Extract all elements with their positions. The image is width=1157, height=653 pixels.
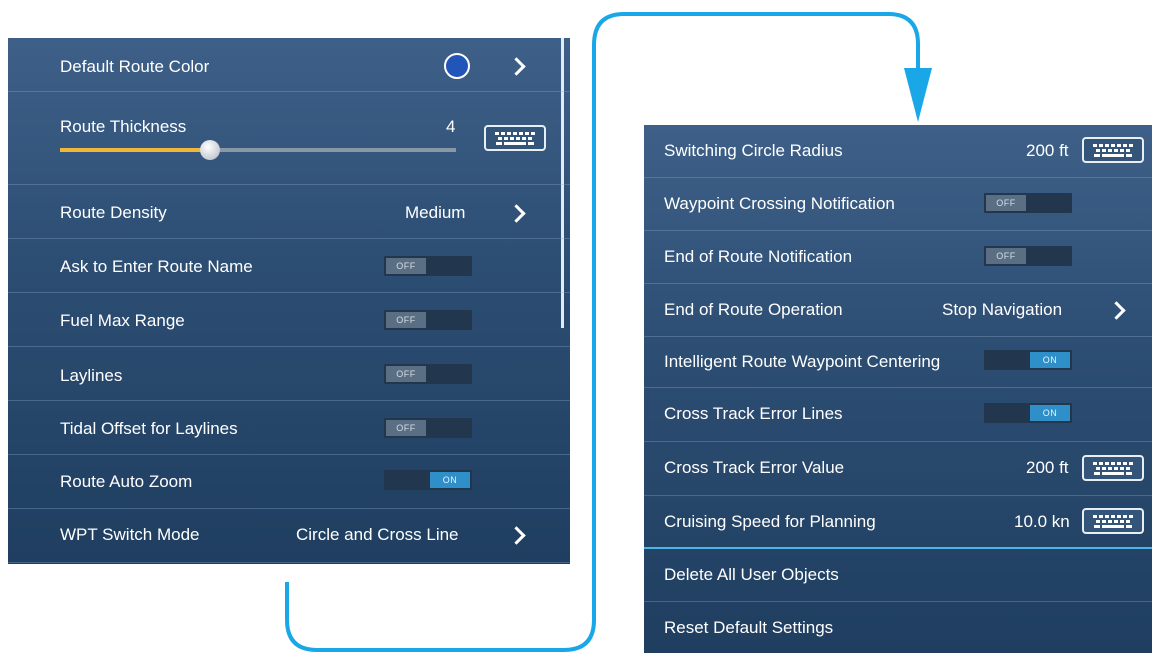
switching-circle-radius-value: 200 ft — [1026, 141, 1069, 160]
toggle-state: OFF — [386, 258, 426, 274]
fuel-max-range-label: Fuel Max Range — [60, 311, 185, 330]
default-route-color-label: Default Route Color — [60, 57, 210, 76]
route-auto-zoom-label: Route Auto Zoom — [60, 472, 193, 491]
toggle-state: OFF — [386, 420, 426, 436]
row-end-route-notification: End of Route Notification OFF — [644, 231, 1152, 284]
end-route-operation-label: End of Route Operation — [664, 300, 843, 319]
intelligent-centering-toggle[interactable]: ON — [984, 350, 1072, 370]
row-wpt-switch-mode[interactable]: WPT Switch Mode Circle and Cross Line — [8, 509, 570, 563]
row-delete-all[interactable]: Delete All User Objects — [644, 549, 1152, 602]
row-fuel-max-range: Fuel Max Range OFF — [8, 293, 570, 347]
wpt-switch-mode-value: Circle and Cross Line — [296, 525, 459, 544]
toggle-state: ON — [1030, 405, 1070, 421]
cross-track-lines-toggle[interactable]: ON — [984, 403, 1072, 423]
slider-knob[interactable] — [200, 140, 220, 160]
slider-fill — [60, 148, 210, 152]
intelligent-centering-label: Intelligent Route Waypoint Centering — [664, 352, 941, 371]
keyboard-icon[interactable] — [1082, 455, 1144, 481]
row-reset-defaults[interactable]: Reset Default Settings — [644, 602, 1152, 653]
keyboard-icon[interactable] — [484, 125, 546, 151]
delete-all-label: Delete All User Objects — [664, 565, 839, 584]
route-settings-panel-left: Default Route Color Route Thickness 4 Ro… — [8, 38, 570, 564]
row-switching-circle-radius: Switching Circle Radius 200 ft — [644, 125, 1152, 178]
waypoint-crossing-toggle[interactable]: OFF — [984, 193, 1072, 213]
row-ask-route-name: Ask to Enter Route Name OFF — [8, 239, 570, 293]
laylines-label: Laylines — [60, 366, 123, 385]
row-intelligent-centering: Intelligent Route Waypoint Centering ON — [644, 337, 1152, 388]
toggle-state: ON — [1030, 352, 1070, 368]
fuel-max-range-toggle[interactable]: OFF — [384, 310, 472, 330]
row-default-route-color[interactable]: Default Route Color — [8, 38, 570, 92]
row-route-thickness: Route Thickness 4 — [8, 92, 570, 185]
tidal-offset-toggle[interactable]: OFF — [384, 418, 472, 438]
cross-track-value: 200 ft — [1026, 458, 1069, 477]
chevron-right-icon[interactable] — [507, 526, 526, 545]
row-laylines: Laylines OFF — [8, 347, 570, 401]
route-settings-panel-right: Switching Circle Radius 200 ft Waypoint … — [644, 125, 1152, 653]
chevron-right-icon[interactable] — [1107, 301, 1126, 320]
cruising-speed-value: 10.0 kn — [1014, 512, 1070, 531]
laylines-toggle[interactable]: OFF — [384, 364, 472, 384]
route-auto-zoom-toggle[interactable]: ON — [384, 470, 472, 490]
toggle-state: OFF — [386, 366, 426, 382]
ask-route-name-toggle[interactable]: OFF — [384, 256, 472, 276]
chevron-right-icon[interactable] — [507, 57, 526, 76]
route-thickness-label: Route Thickness — [60, 117, 187, 136]
route-thickness-value: 4 — [446, 117, 456, 136]
toggle-state: ON — [430, 472, 470, 488]
chevron-right-icon[interactable] — [507, 204, 526, 223]
reset-defaults-label: Reset Default Settings — [664, 618, 834, 637]
row-cross-track-lines: Cross Track Error Lines ON — [644, 388, 1152, 442]
end-route-operation-value: Stop Navigation — [942, 300, 1063, 319]
cross-track-lines-label: Cross Track Error Lines — [664, 404, 843, 423]
end-route-notification-label: End of Route Notification — [664, 247, 853, 266]
waypoint-crossing-label: Waypoint Crossing Notification — [664, 194, 895, 213]
end-route-notification-toggle[interactable]: OFF — [984, 246, 1072, 266]
keyboard-icon[interactable] — [1082, 137, 1144, 163]
keyboard-icon[interactable] — [1082, 508, 1144, 534]
toggle-state: OFF — [986, 248, 1026, 264]
ask-route-name-label: Ask to Enter Route Name — [60, 257, 253, 276]
switching-circle-radius-label: Switching Circle Radius — [664, 141, 843, 160]
tidal-offset-label: Tidal Offset for Laylines — [60, 419, 238, 438]
row-tidal-offset: Tidal Offset for Laylines OFF — [8, 401, 570, 455]
row-cross-track-value: Cross Track Error Value 200 ft — [644, 442, 1152, 496]
wpt-switch-mode-label: WPT Switch Mode — [60, 525, 200, 544]
cross-track-value-label: Cross Track Error Value — [664, 458, 845, 477]
toggle-state: OFF — [386, 312, 426, 328]
route-density-label: Route Density — [60, 203, 167, 222]
row-cruising-speed: Cruising Speed for Planning 10.0 kn — [644, 496, 1152, 548]
row-end-route-operation[interactable]: End of Route Operation Stop Navigation — [644, 284, 1152, 337]
row-waypoint-crossing: Waypoint Crossing Notification OFF — [644, 178, 1152, 231]
cruising-speed-label: Cruising Speed for Planning — [664, 512, 876, 531]
row-route-density[interactable]: Route Density Medium — [8, 185, 570, 239]
toggle-state: OFF — [986, 195, 1026, 211]
row-route-auto-zoom: Route Auto Zoom ON — [8, 455, 570, 509]
route-color-swatch[interactable] — [444, 53, 470, 79]
route-density-value: Medium — [405, 203, 466, 222]
